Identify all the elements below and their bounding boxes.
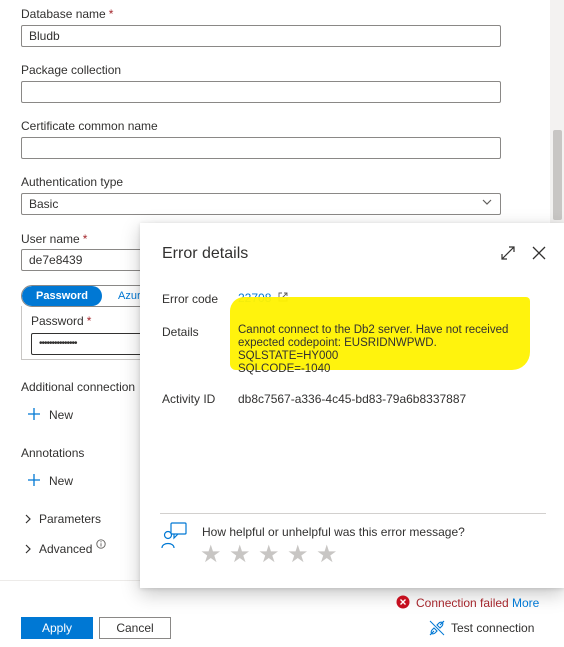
authentication-type-label: Authentication type	[21, 175, 124, 189]
azure-toggle-option[interactable]: Azur	[118, 286, 141, 306]
plus-icon	[27, 473, 41, 488]
annotations-label: Annotations	[21, 446, 85, 460]
feedback-question: How helpful or unhelpful was this error …	[202, 525, 465, 539]
apply-button[interactable]: Apply	[21, 617, 93, 639]
password-label: Password *	[31, 314, 92, 328]
activity-id-label: Activity ID	[162, 392, 216, 406]
database-name-field[interactable]: Bludb	[21, 25, 501, 47]
test-connection-label: Test connection	[451, 621, 535, 635]
password-toggle-option[interactable]: Password	[22, 286, 102, 306]
package-collection-label: Package collection	[21, 63, 122, 77]
password-field[interactable]: •••••••••••••••	[31, 333, 146, 355]
user-name-label: User name *	[21, 232, 88, 246]
feedback-icon	[160, 521, 188, 552]
chevron-down-icon	[482, 197, 492, 211]
plug-icon	[429, 620, 445, 639]
activity-id-value: db8c7567-a336-4c45-bd83-79a6b8337887	[238, 392, 467, 406]
additional-connection-label: Additional connection	[21, 380, 136, 394]
star-4[interactable]: ★	[287, 543, 309, 567]
close-icon[interactable]	[531, 245, 547, 264]
dialog-title: Error details	[162, 245, 249, 262]
scrollbar-thumb[interactable]	[553, 130, 562, 220]
chevron-right-icon	[24, 513, 32, 527]
cancel-button[interactable]: Cancel	[99, 617, 171, 639]
certificate-common-name-label: Certificate common name	[21, 119, 158, 133]
package-collection-field[interactable]	[21, 81, 501, 103]
new-label: New	[49, 474, 74, 488]
star-1[interactable]: ★	[200, 543, 222, 567]
details-label: Details	[162, 325, 199, 339]
new-label: New	[49, 408, 74, 422]
star-5[interactable]: ★	[316, 543, 338, 567]
error-code-label: Error code	[162, 292, 219, 306]
feedback-divider	[160, 513, 546, 514]
authentication-type-select[interactable]: Basic	[21, 193, 501, 215]
info-icon[interactable]	[96, 538, 106, 552]
error-icon	[396, 595, 410, 612]
error-details-text: Cannot connect to the Db2 server. Have n…	[238, 324, 509, 375]
expand-icon[interactable]	[500, 245, 516, 264]
parameters-label: Parameters	[39, 512, 102, 526]
star-2[interactable]: ★	[229, 543, 251, 567]
star-3[interactable]: ★	[258, 543, 280, 567]
plus-icon	[27, 407, 41, 422]
database-name-label: Database name *	[21, 7, 114, 21]
connection-status-text: Connection failed	[416, 596, 509, 610]
chevron-right-icon	[24, 543, 32, 557]
error-details-dialog: Error details Error code 22708 Details C…	[140, 223, 564, 588]
more-link[interactable]: More	[512, 596, 539, 610]
certificate-common-name-field[interactable]	[21, 137, 501, 159]
advanced-label: Advanced	[39, 542, 93, 556]
